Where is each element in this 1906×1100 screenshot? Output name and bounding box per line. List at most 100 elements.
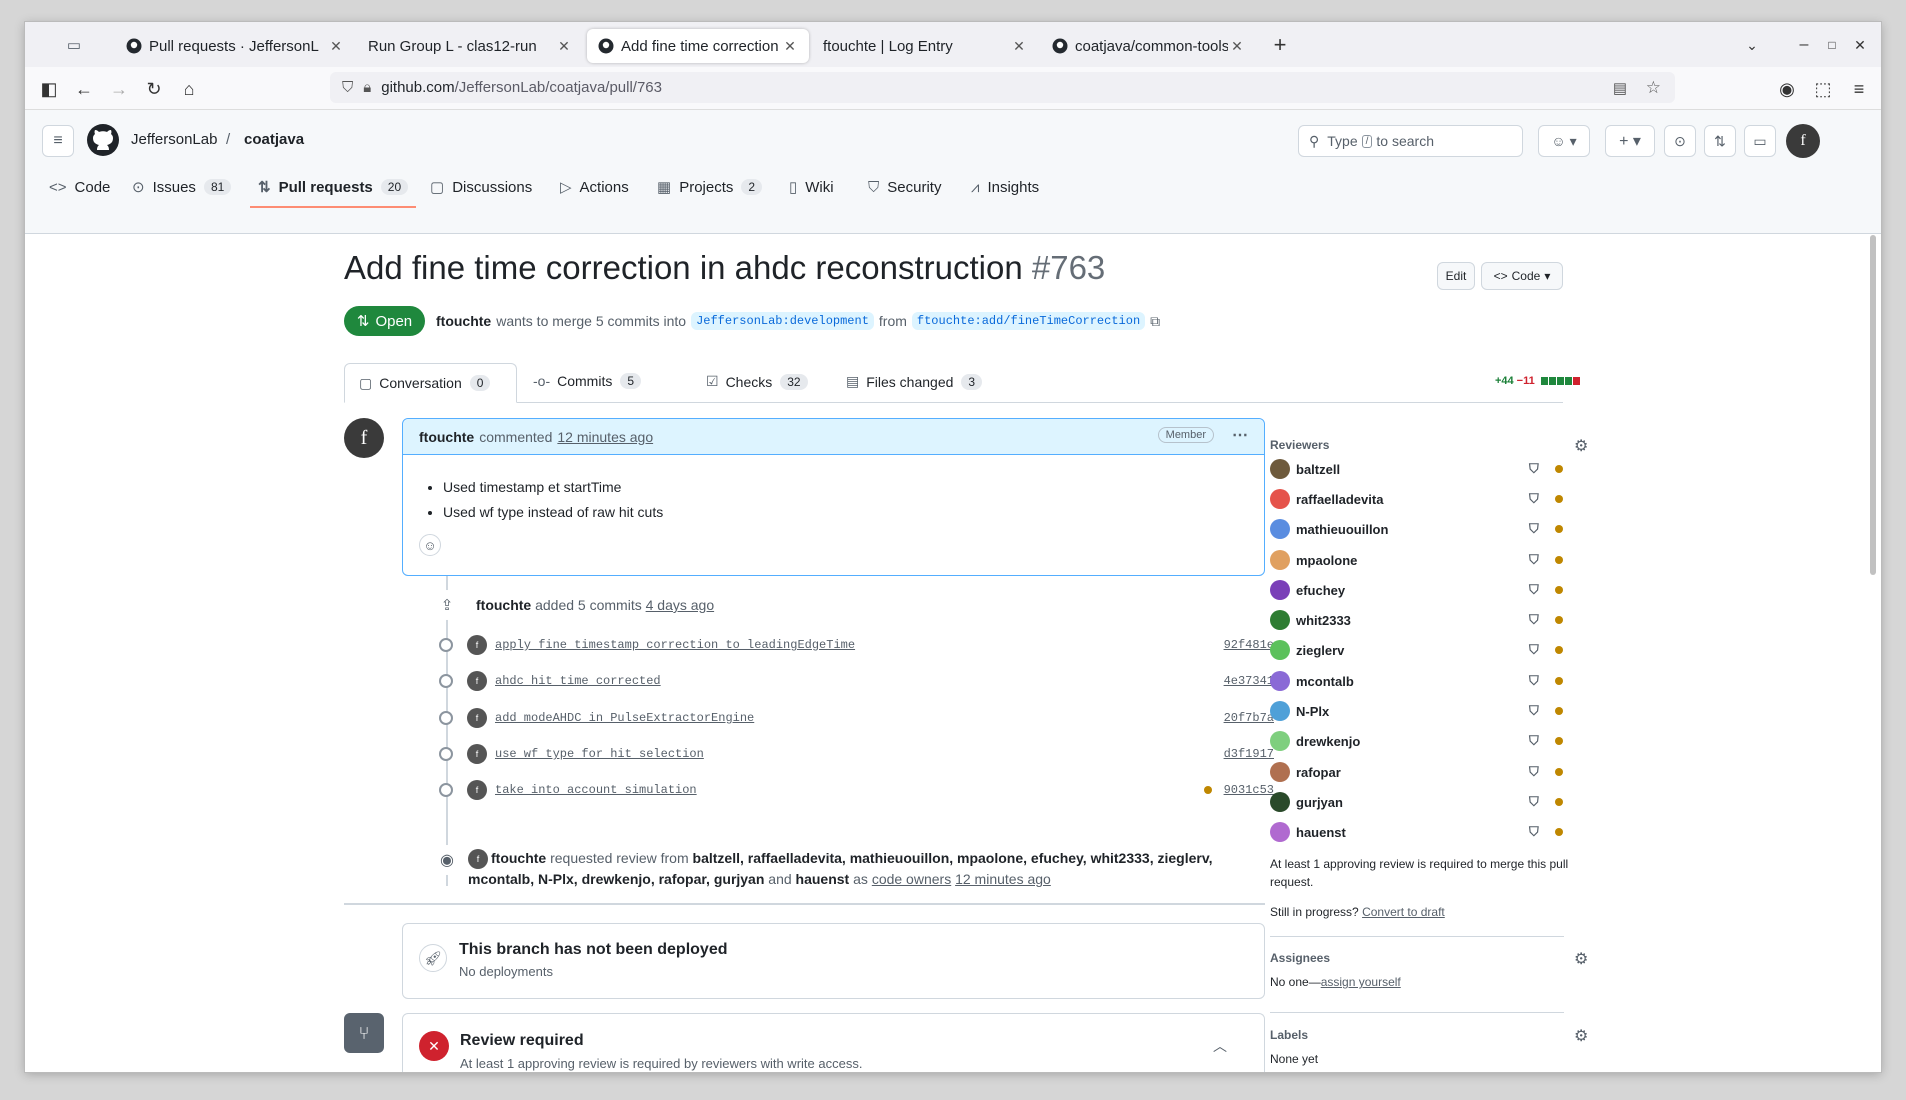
edit-button[interactable]: Edit <box>1437 262 1475 290</box>
reviewer-name[interactable]: gurjyan <box>1296 795 1343 810</box>
convert-to-draft-link[interactable]: Convert to draft <box>1362 905 1445 919</box>
avatar[interactable]: f <box>467 708 487 728</box>
sidebar-toggle-icon[interactable]: ◧ <box>37 77 61 101</box>
avatar[interactable]: f <box>467 780 487 800</box>
avatar[interactable] <box>1270 519 1290 539</box>
browser-tab-3[interactable]: Add fine time correction i ✕ <box>587 29 809 63</box>
tab-discussions[interactable]: ▢ Discussions <box>430 174 532 200</box>
reviewer-name[interactable]: hauenst <box>1296 825 1346 840</box>
home-icon[interactable]: ⌂ <box>177 77 201 101</box>
gear-icon[interactable]: ⚙ <box>1574 1026 1588 1046</box>
back-icon[interactable]: ← <box>72 77 96 101</box>
copilot-button[interactable]: ☺ ▾ <box>1538 125 1590 157</box>
github-logo-icon[interactable] <box>86 123 120 157</box>
reviewer-name[interactable]: mathieuouillon <box>1296 522 1388 537</box>
reviewer-name[interactable]: mcontalb <box>1296 674 1354 689</box>
code-dropdown-button[interactable]: <> Code ▾ <box>1481 262 1563 290</box>
tab-code[interactable]: <> Code <box>49 174 110 200</box>
commit-sha-link[interactable]: 4e37341 <box>1224 674 1274 688</box>
scrollbar-thumb[interactable] <box>1870 235 1876 575</box>
commit-message-link[interactable]: apply fine timestamp correction to leadi… <box>495 638 855 652</box>
hamburger-menu-icon[interactable]: ≡ <box>42 125 74 157</box>
commit-sha-link[interactable]: 92f481e <box>1224 638 1274 652</box>
head-branch[interactable]: ftouchte:add/fineTimeCorrection <box>911 312 1146 330</box>
tab-actions[interactable]: ▷ Actions <box>560 174 629 200</box>
repo-name-link[interactable]: coatjava <box>244 131 304 148</box>
tab-conversation[interactable]: ▢ Conversation 0 <box>344 363 517 403</box>
chevron-down-icon[interactable]: ⌄ <box>1741 34 1763 56</box>
avatar[interactable] <box>1270 822 1290 842</box>
reviewer-name[interactable]: efuchey <box>1296 583 1345 598</box>
tab-checks[interactable]: ☑ Checks 32 <box>706 373 808 390</box>
tab-security[interactable]: ⛉ Security <box>868 174 941 200</box>
reviewer-name[interactable]: drewkenjo <box>1296 734 1360 749</box>
avatar[interactable] <box>1270 459 1290 479</box>
reviewer-name[interactable]: zieglerv <box>1296 643 1344 658</box>
avatar[interactable] <box>1270 671 1290 691</box>
pending-status-dot[interactable] <box>1204 786 1212 794</box>
event-time-link[interactable]: 4 days ago <box>646 597 715 613</box>
tab-commits[interactable]: -o- Commits 5 <box>533 373 642 389</box>
kebab-menu-icon[interactable]: ⋯ <box>1232 425 1248 445</box>
commit-message-link[interactable]: ahdc hit time corrected <box>495 674 661 688</box>
event-author[interactable]: ftouchte <box>476 597 531 613</box>
avatar[interactable] <box>1270 792 1290 812</box>
extensions-icon[interactable]: ⬚ <box>1811 77 1835 101</box>
avatar[interactable]: f <box>344 418 384 458</box>
close-window-icon[interactable]: ✕ <box>1849 34 1871 56</box>
reload-icon[interactable]: ↻ <box>142 77 166 101</box>
requested-reviewer[interactable]: hauenst <box>796 871 850 887</box>
assignees-heading[interactable]: Assignees <box>1270 951 1330 965</box>
browser-tab-4[interactable]: ftouchte | Log Entry ✕ <box>813 29 1038 63</box>
commit-sha-link[interactable]: 9031c53 <box>1224 783 1274 797</box>
bookmark-star-icon[interactable]: ☆ <box>1646 78 1661 98</box>
reviewer-name[interactable]: N-Plx <box>1296 704 1329 719</box>
avatar[interactable]: f <box>467 635 487 655</box>
close-icon[interactable]: ✕ <box>1010 38 1028 55</box>
comment-author[interactable]: ftouchte <box>419 429 474 445</box>
inbox-button[interactable]: ▭ <box>1744 125 1776 157</box>
avatar[interactable] <box>1270 580 1290 600</box>
avatar[interactable] <box>1270 610 1290 630</box>
assign-yourself-link[interactable]: assign yourself <box>1321 975 1401 989</box>
avatar[interactable] <box>1270 762 1290 782</box>
avatar[interactable]: f <box>467 671 487 691</box>
url-bar[interactable]: ⛉ 🔒︎ github.com /JeffersonLab/coatjava/p… <box>330 72 1675 103</box>
commit-sha-link[interactable]: d3f1917 <box>1224 747 1274 761</box>
reviewer-name[interactable]: whit2333 <box>1296 613 1351 628</box>
avatar[interactable]: f <box>467 744 487 764</box>
author-link[interactable]: ftouchte <box>436 313 491 329</box>
close-icon[interactable]: ✕ <box>555 38 573 55</box>
commit-message-link[interactable]: add modeAHDC in PulseExtractorEngine <box>495 711 754 725</box>
code-owners-link[interactable]: code owners <box>872 871 951 887</box>
avatar[interactable] <box>1270 701 1290 721</box>
tab-wiki[interactable]: ▯ Wiki <box>789 174 834 200</box>
add-reaction-icon[interactable]: ☺ <box>419 534 441 556</box>
search-input[interactable]: ⚲ Type / to search <box>1298 125 1523 157</box>
tab-projects[interactable]: ▦ Projects 2 <box>657 174 763 200</box>
reader-view-icon[interactable]: ▤ <box>1613 79 1627 97</box>
close-icon[interactable]: ✕ <box>327 38 345 55</box>
tab-pull-requests[interactable]: ⇅ Pull requests 20 <box>258 174 409 200</box>
browser-tab-5[interactable]: coatjava/common-tools/c ✕ <box>1041 29 1256 63</box>
create-new-button[interactable]: + ▾ <box>1605 125 1655 157</box>
tab-insights[interactable]: ⩘ Insights <box>971 174 1039 200</box>
gear-icon[interactable]: ⚙ <box>1574 436 1588 456</box>
copy-icon[interactable]: ⧉ <box>1150 313 1160 330</box>
avatar[interactable] <box>1270 489 1290 509</box>
pull-requests-button[interactable]: ⇅ <box>1704 125 1736 157</box>
issues-button[interactable]: ⊙ <box>1664 125 1696 157</box>
gear-icon[interactable]: ⚙ <box>1574 949 1588 969</box>
event-author[interactable]: ftouchte <box>491 850 546 866</box>
event-time-link[interactable]: 12 minutes ago <box>955 871 1051 887</box>
avatar[interactable] <box>1270 731 1290 751</box>
base-branch[interactable]: JeffersonLab:development <box>691 312 874 330</box>
avatar[interactable]: f <box>468 849 488 870</box>
minimize-icon[interactable]: – <box>1793 34 1815 56</box>
commit-sha-link[interactable]: 20f7b7a <box>1224 711 1274 725</box>
avatar[interactable] <box>1270 640 1290 660</box>
forward-icon[interactable]: → <box>107 77 131 101</box>
commit-message-link[interactable]: take into account simulation <box>495 783 697 797</box>
browser-tab-1[interactable]: Pull requests · JeffersonL ✕ <box>115 29 355 63</box>
menu-icon[interactable]: ≡ <box>1847 77 1871 101</box>
